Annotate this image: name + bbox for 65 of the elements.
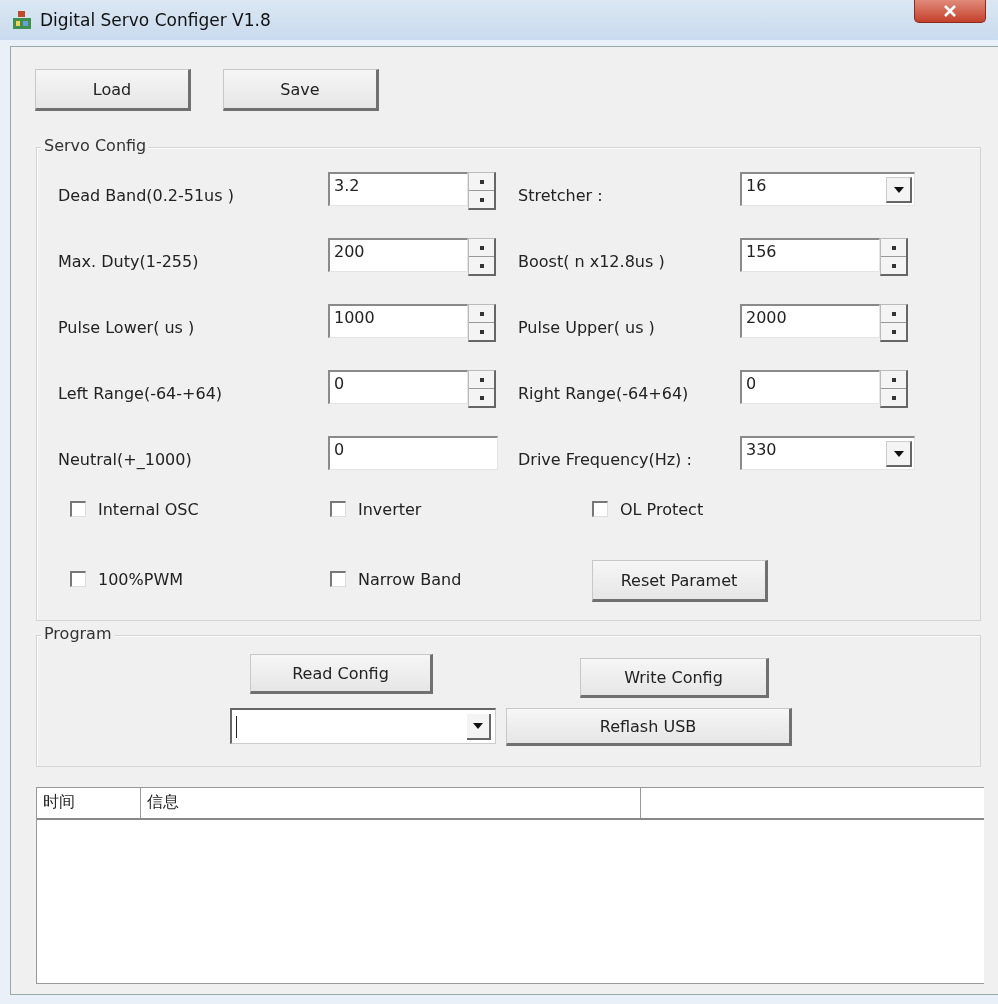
field-label: Boost( n x12.8us ) (518, 251, 666, 271)
number-field[interactable]: 3.2 (328, 172, 468, 206)
field-label: Pulse Upper( us ) (518, 317, 656, 337)
spin-buttons[interactable] (468, 304, 496, 342)
field-value: 330 (746, 440, 777, 459)
spin-buttons[interactable] (468, 370, 496, 408)
checkbox[interactable] (330, 501, 346, 517)
spin-buttons[interactable] (880, 238, 908, 276)
field-value: 0 (334, 440, 345, 459)
field-value: 156 (746, 242, 777, 261)
reflash-button[interactable]: Reflash USB (506, 708, 792, 746)
close-icon (944, 5, 956, 17)
column-header[interactable]: 时间 (37, 788, 141, 818)
checkbox-label: OL Protect (620, 499, 704, 519)
field-label: Pulse Lower( us ) (58, 317, 196, 337)
field-label: Stretcher : (518, 185, 604, 205)
group-title: Program (41, 624, 115, 643)
close-button[interactable] (914, 0, 986, 23)
caret-icon (473, 722, 483, 729)
window-title: Digital Servo Configer V1.8 (40, 10, 271, 30)
field-value: 0 (746, 374, 757, 393)
spin-buttons[interactable] (468, 238, 496, 276)
caret-icon (893, 450, 904, 457)
checkbox[interactable] (70, 501, 86, 517)
checkbox[interactable] (70, 571, 86, 587)
field-value: 200 (334, 242, 365, 261)
checkbox[interactable] (592, 501, 608, 517)
field-label: Drive Frequency(Hz) : (518, 449, 693, 469)
field-value: 1000 (334, 308, 375, 327)
port-dropdown[interactable] (230, 708, 496, 744)
app-icon (12, 10, 32, 30)
checkbox-label: Internal OSC (98, 499, 199, 519)
checkbox-label: Narrow Band (358, 569, 462, 589)
number-field[interactable]: 200 (328, 238, 468, 272)
field-label: Left Range(-64-+64) (58, 383, 224, 403)
spin-buttons[interactable] (880, 304, 908, 342)
field-value: 3.2 (334, 176, 360, 195)
spin-buttons[interactable] (880, 370, 908, 408)
number-field[interactable]: 0 (740, 370, 880, 404)
number-field[interactable]: 2000 (740, 304, 880, 338)
checkbox[interactable] (330, 571, 346, 587)
field-label: Dead Band(0.2-51us ) (58, 185, 235, 205)
load-button[interactable]: Load (35, 69, 191, 111)
field-label: Neutral(+_1000) (58, 449, 193, 469)
field-label: Max. Duty(1-255) (58, 251, 200, 271)
number-field[interactable]: 1000 (328, 304, 468, 338)
text-field[interactable]: 0 (328, 436, 498, 470)
caret-icon (893, 186, 904, 193)
checkbox-label: 100%PWM (98, 569, 183, 589)
dropdown[interactable]: 16 (740, 172, 915, 206)
field-label: Right Range(-64+64) (518, 383, 690, 403)
field-value: 2000 (746, 308, 787, 327)
field-value: 16 (746, 176, 767, 195)
number-field[interactable]: 0 (328, 370, 468, 404)
field-value: 0 (334, 374, 345, 393)
number-field[interactable]: 156 (740, 238, 880, 272)
read-config-button[interactable]: Read Config (250, 654, 433, 694)
reset-button[interactable]: Reset Paramet (592, 560, 768, 602)
dropdown[interactable]: 330 (740, 436, 915, 470)
column-header[interactable]: 信息 (141, 788, 641, 818)
write-config-button[interactable]: Write Config (580, 658, 769, 698)
checkbox-label: Inverter (358, 499, 422, 519)
group-title: Servo Config (41, 136, 150, 155)
save-button[interactable]: Save (223, 69, 379, 111)
spin-buttons[interactable] (468, 172, 496, 210)
